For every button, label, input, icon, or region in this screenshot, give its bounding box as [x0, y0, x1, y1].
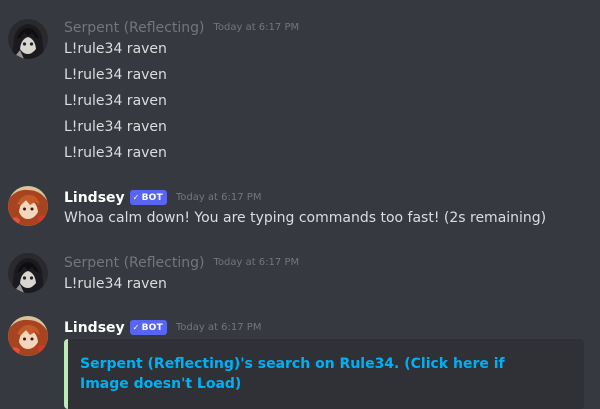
username[interactable]: Lindsey [64, 190, 125, 206]
message-text: L!rule34 raven [64, 93, 167, 109]
timestamp: Today at 6:17 PM [213, 22, 300, 33]
message-text: L!rule34 raven [64, 41, 167, 57]
avatar-lindsey[interactable] [8, 316, 48, 356]
bot-badge-label: BOT [141, 323, 163, 333]
chat-messages: Serpent (Reflecting) Today at 6:17 PM L!r… [0, 0, 600, 409]
verified-check-icon: ✓ [132, 193, 140, 202]
message-text: Whoa calm down! You are typing commands … [64, 210, 547, 226]
timestamp: Today at 6:17 PM [213, 257, 300, 268]
avatar-serpent[interactable] [8, 19, 48, 59]
username[interactable]: Serpent (Reflecting) [64, 255, 204, 271]
message-text: L!rule34 raven [64, 119, 167, 135]
rich-embed: Serpent (Reflecting)'s search on Rule34.… [64, 339, 584, 409]
bot-badge: ✓ BOT [129, 320, 167, 335]
avatar-lindsey[interactable] [8, 186, 48, 226]
serpent-avatar-image [8, 253, 48, 293]
lindsey-avatar-image [8, 316, 48, 356]
username[interactable]: Serpent (Reflecting) [64, 20, 204, 36]
message-text: L!rule34 raven [64, 67, 167, 83]
message-text: L!rule34 raven [64, 276, 167, 292]
bot-badge-label: BOT [141, 193, 163, 203]
message-header: Serpent (Reflecting) Today at 6:17 PM [64, 252, 299, 272]
username[interactable]: Lindsey [64, 320, 125, 336]
message-header: Lindsey ✓ BOT Today at 6:17 PM [64, 317, 261, 337]
serpent-avatar-image [8, 19, 48, 59]
message-header: Serpent (Reflecting) Today at 6:17 PM [64, 17, 299, 37]
timestamp: Today at 6:17 PM [175, 192, 262, 203]
timestamp: Today at 6:17 PM [175, 322, 262, 333]
embed-title-link[interactable]: Serpent (Reflecting)'s search on Rule34.… [80, 354, 550, 394]
verified-check-icon: ✓ [132, 323, 140, 332]
avatar-serpent[interactable] [8, 253, 48, 293]
message-text: L!rule34 raven [64, 145, 167, 161]
lindsey-avatar-image [8, 186, 48, 226]
message-header: Lindsey ✓ BOT Today at 6:17 PM [64, 187, 261, 207]
bot-badge: ✓ BOT [129, 190, 167, 205]
